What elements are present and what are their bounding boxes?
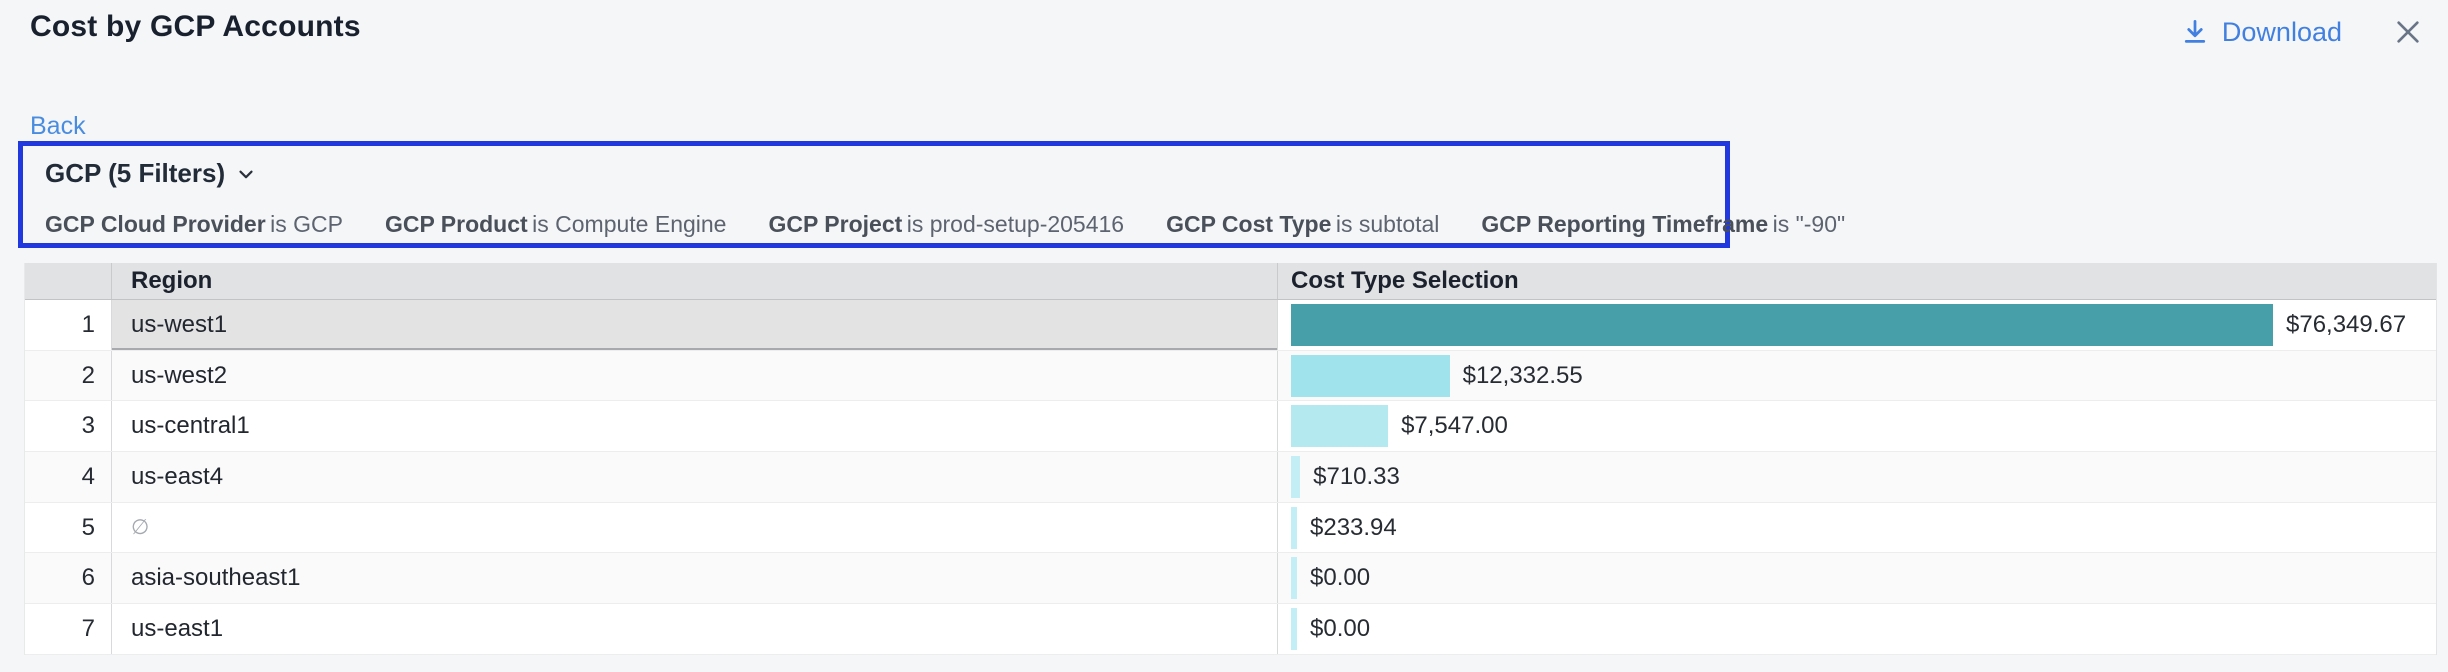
region-cell: ∅ — [112, 503, 1278, 553]
close-icon — [2392, 16, 2424, 48]
table-header-row: Region Cost Type Selection — [25, 263, 2436, 300]
back-link[interactable]: Back — [30, 112, 86, 141]
table-row[interactable]: 2 us-west2 $12,332.55 — [25, 351, 2436, 402]
cost-cell: $7,547.00 — [1278, 401, 2436, 451]
filter-summary-label: GCP (5 Filters) — [45, 158, 225, 189]
region-cell: us-west2 — [112, 351, 1278, 401]
filter-group-box: GCP (5 Filters) GCP Cloud Provider is GC… — [18, 141, 1730, 248]
filter-condition: is GCP — [270, 211, 343, 237]
chevron-down-icon — [235, 163, 257, 185]
filter-condition: is subtotal — [1336, 211, 1440, 237]
cost-cell: $710.33 — [1278, 452, 2436, 502]
row-number: 5 — [25, 503, 112, 553]
cost-cell: $233.94 — [1278, 503, 2436, 553]
table-row[interactable]: 4 us-east4 $710.33 — [25, 452, 2436, 503]
filter-chip[interactable]: GCP Reporting Timeframe is "-90" — [1481, 211, 1845, 238]
filter-label: GCP Product — [385, 211, 528, 237]
download-button[interactable]: Download — [2180, 17, 2342, 48]
cost-cell: $12,332.55 — [1278, 351, 2436, 401]
filter-chip[interactable]: GCP Product is Compute Engine — [385, 211, 727, 238]
cost-value: $76,349.67 — [2286, 311, 2406, 339]
close-button[interactable] — [2388, 12, 2428, 52]
cost-value: $7,547.00 — [1401, 412, 1508, 440]
filter-condition: is Compute Engine — [532, 211, 726, 237]
cost-value: $0.00 — [1310, 564, 1370, 592]
download-icon — [2180, 17, 2210, 47]
row-number: 7 — [25, 604, 112, 654]
header-cost-type-selection[interactable]: Cost Type Selection — [1278, 263, 2436, 299]
table-row[interactable]: 6 asia-southeast1 $0.00 — [25, 553, 2436, 604]
cost-table: Region Cost Type Selection 1 us-west1 $7… — [24, 263, 2437, 655]
top-actions: Download — [2180, 12, 2428, 52]
filter-chip[interactable]: GCP Cost Type is subtotal — [1166, 211, 1439, 238]
cost-bar — [1291, 557, 1297, 599]
filter-label: GCP Cost Type — [1166, 211, 1331, 237]
row-number: 3 — [25, 401, 112, 451]
filter-condition: is prod-setup-205416 — [907, 211, 1124, 237]
cost-bar — [1291, 355, 1450, 397]
filter-chip[interactable]: GCP Project is prod-setup-205416 — [768, 211, 1124, 238]
filter-label: GCP Project — [768, 211, 902, 237]
download-label: Download — [2222, 17, 2342, 48]
table-row[interactable]: 1 us-west1 $76,349.67 — [25, 300, 2436, 351]
cost-bar — [1291, 507, 1297, 549]
region-cell: asia-southeast1 — [112, 553, 1278, 603]
region-cell: us-west1 — [112, 300, 1278, 350]
cost-bar — [1291, 405, 1388, 447]
page-title: Cost by GCP Accounts — [30, 10, 361, 44]
cost-bar — [1291, 456, 1300, 498]
header-region[interactable]: Region — [112, 263, 1278, 299]
cost-value: $0.00 — [1310, 615, 1370, 643]
cost-value: $710.33 — [1313, 463, 1400, 491]
cost-bar — [1291, 608, 1297, 650]
table-row[interactable]: 7 us-east1 $0.00 — [25, 604, 2436, 655]
table-row[interactable]: 3 us-central1 $7,547.00 — [25, 401, 2436, 452]
cost-value: $233.94 — [1310, 514, 1397, 542]
filter-summary-dropdown[interactable]: GCP (5 Filters) — [45, 158, 257, 189]
cost-cell: $76,349.67 — [1278, 300, 2436, 350]
region-cell: us-east4 — [112, 452, 1278, 502]
filter-condition: is "-90" — [1773, 211, 1846, 237]
filter-label: GCP Reporting Timeframe — [1481, 211, 1768, 237]
row-number: 2 — [25, 351, 112, 401]
region-cell: us-central1 — [112, 401, 1278, 451]
row-number: 6 — [25, 553, 112, 603]
filter-label: GCP Cloud Provider — [45, 211, 266, 237]
region-cell: us-east1 — [112, 604, 1278, 654]
cost-value: $12,332.55 — [1463, 362, 1583, 390]
row-number: 1 — [25, 300, 112, 350]
filter-chip[interactable]: GCP Cloud Provider is GCP — [45, 211, 343, 238]
table-row[interactable]: 5 ∅ $233.94 — [25, 503, 2436, 554]
cost-cell: $0.00 — [1278, 553, 2436, 603]
cost-cell: $0.00 — [1278, 604, 2436, 654]
cost-bar — [1291, 304, 2273, 346]
filter-items: GCP Cloud Provider is GCP GCP Product is… — [45, 211, 1703, 238]
table-body: 1 us-west1 $76,349.67 2 us-west2 $12,332… — [25, 300, 2436, 655]
row-number: 4 — [25, 452, 112, 502]
header-row-number — [25, 263, 112, 299]
